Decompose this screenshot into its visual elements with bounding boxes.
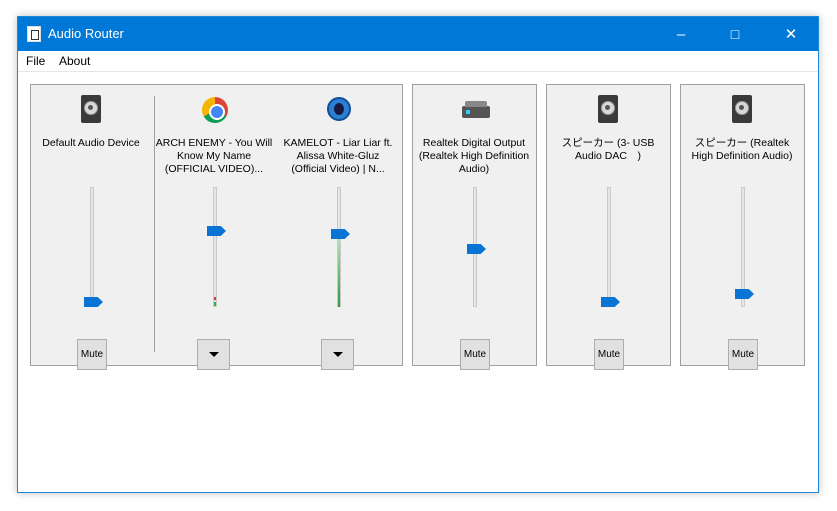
audio-router-window: Audio Router – □ ✕ File About Default Au… xyxy=(17,16,819,493)
stream-options-dropdown[interactable] xyxy=(321,339,354,370)
volume-slider[interactable] xyxy=(601,297,620,307)
device-label: スピーカー (Realtek High Definition Audio) xyxy=(691,137,793,162)
menu-bar: File About xyxy=(18,51,818,72)
device-label: スピーカー (3- USB Audio DAC ) xyxy=(561,137,655,162)
device-column: Realtek Digital Output (Realtek High Def… xyxy=(415,95,533,370)
window-title: Audio Router xyxy=(48,26,124,41)
volume-track xyxy=(90,187,94,307)
device-column: Default Audio Device Mute xyxy=(32,95,150,370)
mute-button[interactable]: Mute xyxy=(594,339,624,370)
title-bar: Audio Router – □ ✕ xyxy=(18,17,818,51)
chevron-down-icon xyxy=(332,352,343,357)
app-icon xyxy=(27,26,41,42)
maximize-button[interactable]: □ xyxy=(712,17,758,51)
chrome-icon xyxy=(202,95,228,125)
stream-label: ARCH ENEMY - You Will Know My Name (OFFI… xyxy=(155,137,273,175)
close-button[interactable]: ✕ xyxy=(768,17,814,51)
volume-slider[interactable] xyxy=(467,244,486,254)
minimize-button[interactable]: – xyxy=(658,17,704,51)
mute-button[interactable]: Mute xyxy=(728,339,758,370)
device-column: スピーカー (3- USB Audio DAC ) Mute xyxy=(549,95,667,370)
speaker-icon xyxy=(596,95,620,125)
mute-button[interactable]: Mute xyxy=(77,339,107,370)
chevron-down-icon xyxy=(208,352,219,357)
volume-track xyxy=(213,187,217,307)
level-meter xyxy=(214,297,216,306)
level-meter xyxy=(338,235,340,307)
mute-button[interactable]: Mute xyxy=(460,339,490,370)
speaker-icon xyxy=(79,95,103,125)
stream-column: ARCH ENEMY - You Will Know My Name (OFFI… xyxy=(155,95,273,370)
device-label: Realtek Digital Output (Realtek High Def… xyxy=(418,137,530,175)
speaker-icon xyxy=(730,95,754,125)
menu-file[interactable]: File xyxy=(26,54,45,68)
device-label: Default Audio Device xyxy=(42,137,140,149)
volume-slider[interactable] xyxy=(84,297,103,307)
waterfox-icon xyxy=(326,95,351,125)
sound-card-icon xyxy=(462,95,490,125)
stream-label: KAMELOT - Liar Liar ft. Alissa White-Glu… xyxy=(283,137,393,175)
stream-options-dropdown[interactable] xyxy=(197,339,230,370)
device-column: スピーカー (Realtek High Definition Audio) Mu… xyxy=(683,95,801,370)
stream-column: KAMELOT - Liar Liar ft. Alissa White-Glu… xyxy=(279,95,397,370)
menu-about[interactable]: About xyxy=(59,54,90,68)
volume-slider[interactable] xyxy=(207,226,226,236)
volume-slider[interactable] xyxy=(735,289,754,299)
volume-track xyxy=(607,187,611,307)
volume-slider[interactable] xyxy=(331,229,350,239)
